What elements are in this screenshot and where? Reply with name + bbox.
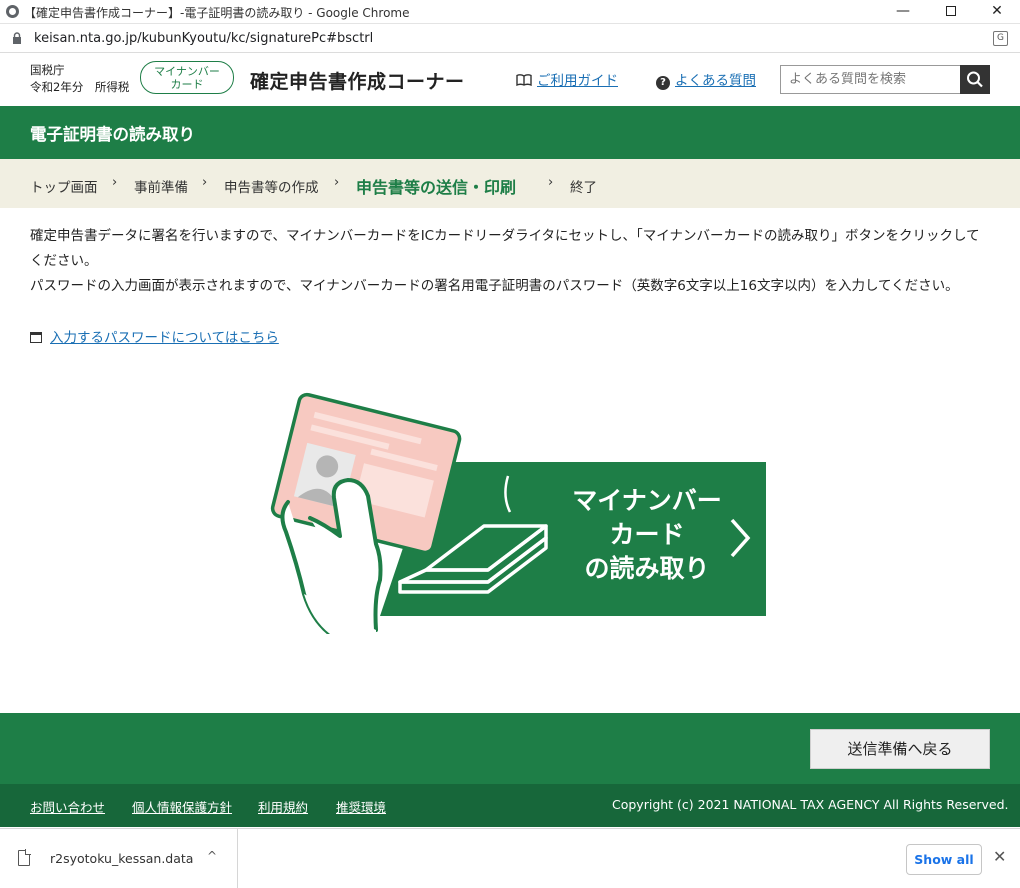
password-info-link-label[interactable]: 入力するパスワードについてはこちら <box>50 330 279 346</box>
mynumber-badge-line2: カード <box>170 78 204 91</box>
breadcrumb-separator: › <box>334 175 340 190</box>
close-icon[interactable]: ✕ <box>993 847 1006 866</box>
card-read-label-line2: カード <box>609 520 685 549</box>
instructions: 確定申告書データに署名を行いますので、マイナンバーカードをICカードリーダライタ… <box>30 224 990 299</box>
breadcrumb-step-preparation: 事前準備 <box>134 180 188 196</box>
card-read-label-line3: の読み取り <box>584 554 710 583</box>
url-text[interactable]: keisan.nta.go.jp/kubunKyoutu/kc/signatur… <box>34 31 373 46</box>
breadcrumb-separator: › <box>548 175 554 190</box>
globe-icon <box>6 5 19 18</box>
faq-link[interactable]: ? よくある質問 <box>656 69 756 90</box>
footer-link-privacy[interactable]: 個人情報保護方針 <box>132 797 232 816</box>
mynumber-badge-line1: マイナンバー <box>154 65 220 78</box>
show-all-button[interactable]: Show all <box>906 844 982 875</box>
file-icon <box>18 849 31 866</box>
breadcrumb-separator: › <box>112 175 118 190</box>
chevron-up-icon[interactable]: ^ <box>207 849 217 863</box>
instruction-paragraph-1: 確定申告書データに署名を行いますので、マイナンバーカードをICカードリーダライタ… <box>30 228 980 269</box>
site-title: 確定申告書作成コーナー <box>250 71 465 93</box>
site-header: 国税庁 令和2年分 所得税 マイナンバー カード 確定申告書作成コーナー ご利用… <box>0 54 1020 106</box>
maximize-icon <box>946 6 956 16</box>
minimize-button[interactable]: — <box>880 0 926 24</box>
footer-link-terms[interactable]: 利用規約 <box>258 797 308 816</box>
breadcrumb-step-top: トップ画面 <box>30 180 98 196</box>
maximize-button[interactable] <box>928 0 974 24</box>
translate-icon[interactable]: G <box>993 31 1008 46</box>
footer-link-contact[interactable]: お問い合わせ <box>30 797 105 816</box>
question-icon: ? <box>656 76 670 90</box>
address-bar[interactable]: keisan.nta.go.jp/kubunKyoutu/kc/signatur… <box>0 24 1020 53</box>
breadcrumb-step-finish: 終了 <box>570 180 597 196</box>
agency-name: 国税庁 <box>30 63 65 77</box>
footer-links: お問い合わせ 個人情報保護方針 利用規約 推奨環境 Copyright (c) … <box>0 784 1020 827</box>
breadcrumb-step-current: 申告書等の送信・印刷 <box>356 178 517 197</box>
faq-search-input[interactable] <box>780 65 960 94</box>
downloads-bar: r2syotoku_kessan.data ^ Show all ✕ <box>0 828 1020 888</box>
footer-link-environment[interactable]: 推奨環境 <box>336 797 386 816</box>
close-window-button[interactable]: ✕ <box>974 0 1020 24</box>
instruction-paragraph-2: パスワードの入力画面が表示されますので、マイナンバーカードの署名用電子証明書のパ… <box>30 278 959 294</box>
download-item[interactable]: r2syotoku_kessan.data ^ <box>0 829 238 888</box>
window-icon <box>30 332 42 343</box>
card-read-label-line1: マイナンバー <box>572 486 722 515</box>
download-file-name[interactable]: r2syotoku_kessan.data <box>50 851 193 866</box>
search-button[interactable] <box>960 65 990 94</box>
faq-link-label[interactable]: よくある質問 <box>675 73 756 89</box>
browser-titlebar: 【確定申告書作成コーナー】-電子証明書の読み取り - Google Chrome… <box>0 0 1020 24</box>
guide-link-label[interactable]: ご利用ガイド <box>537 73 618 89</box>
breadcrumb-step-create: 申告書等の作成 <box>224 180 319 196</box>
back-to-send-prep-button[interactable]: 送信準備へ戻る <box>810 729 990 769</box>
footer-actions: 送信準備へ戻る <box>0 713 1020 784</box>
card-read-button-label[interactable]: マイナンバー カード の読み取り <box>562 484 732 586</box>
guide-link[interactable]: ご利用ガイド <box>516 69 618 89</box>
page-title: 電子証明書の読み取り <box>30 125 195 144</box>
mynumber-card-read-button[interactable]: マイナンバー カード の読み取り <box>252 384 768 636</box>
search-icon <box>967 71 983 88</box>
password-info-link[interactable]: 入力するパスワードについてはこちら <box>30 326 279 346</box>
mynumber-card-badge[interactable]: マイナンバー カード <box>140 61 234 94</box>
breadcrumb: トップ画面 › 事前準備 › 申告書等の作成 › 申告書等の送信・印刷 › 終了 <box>0 159 1020 208</box>
tax-year: 令和2年分 所得税 <box>30 80 130 94</box>
agency-info: 国税庁 令和2年分 所得税 <box>30 62 129 96</box>
page-heading-band: 電子証明書の読み取り <box>0 106 1020 159</box>
lock-icon <box>13 32 21 44</box>
breadcrumb-separator: › <box>202 175 208 190</box>
copyright: Copyright (c) 2021 NATIONAL TAX AGENCY A… <box>612 797 1009 812</box>
book-icon <box>516 74 532 86</box>
window-title: 【確定申告書作成コーナー】-電子証明書の読み取り - Google Chrome <box>24 6 410 20</box>
